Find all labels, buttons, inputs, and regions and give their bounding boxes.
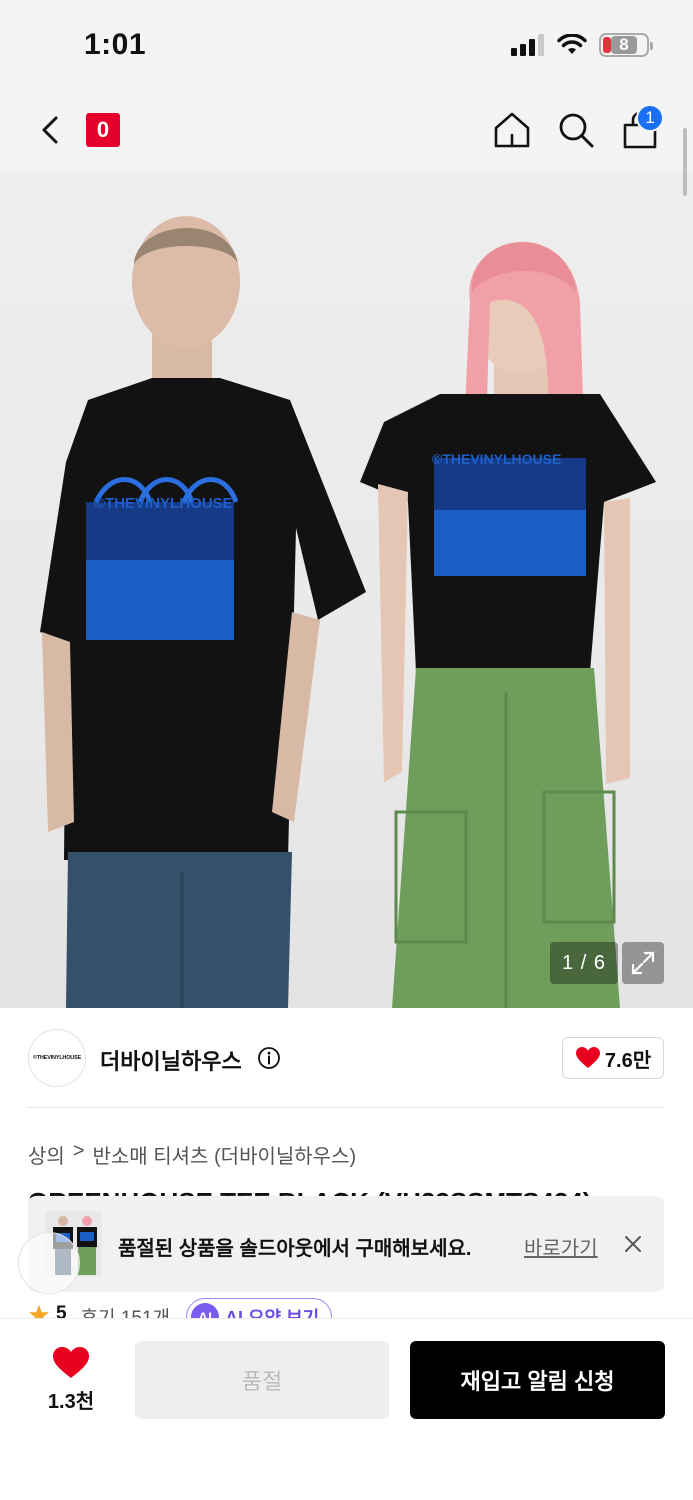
status-icons: 8 [511, 33, 653, 57]
battery-level: 8 [611, 36, 637, 54]
star-icon [28, 1304, 50, 1318]
rating-score: 5 [56, 1303, 67, 1318]
ai-summary-button[interactable]: AI AI 요약 보기 [186, 1298, 333, 1318]
breadcrumb-subcategory[interactable]: 반소매 티셔츠 (더바이닐하우스) [93, 1140, 357, 1169]
ai-summary-label: AI 요약 보기 [225, 1308, 320, 1318]
floating-button[interactable] [18, 1232, 80, 1294]
expand-button[interactable] [622, 942, 664, 984]
male-model: ©THEVINYLHOUSE [40, 216, 366, 1008]
divider [28, 1107, 664, 1108]
product-image[interactable]: ©THEVINYLHOUSE ©THEVINYLHOUSE [0, 172, 693, 1008]
status-time: 1:01 [84, 28, 147, 61]
wish-count: 1.3천 [47, 1391, 95, 1413]
heart-icon [575, 1047, 600, 1068]
rating-row: 5 후기 151개 AI AI 요약 보기 [28, 1298, 428, 1318]
store-logo[interactable]: 0 [86, 113, 120, 147]
search-icon[interactable] [556, 110, 596, 150]
soldout-button[interactable]: 품절 [135, 1341, 389, 1419]
breadcrumb: 상의 > 반소매 티셔츠 (더바이닐하우스) [28, 1140, 356, 1169]
svg-text:©THEVINYLHOUSE: ©THEVINYLHOUSE [94, 495, 233, 512]
home-icon[interactable] [492, 110, 532, 150]
breadcrumb-separator: > [72, 1140, 85, 1162]
brand-like-button[interactable]: 7.6만 [562, 1037, 664, 1079]
restock-alert-button[interactable]: 재입고 알림 신청 [410, 1341, 665, 1419]
brand-logo[interactable]: ©THEVINYLHOUSE [28, 1029, 86, 1087]
brand-name[interactable]: 더바이닐하우스 [100, 1044, 242, 1076]
soldout-toast: 품절된 상품을 솔드아웃에서 구매해보세요. 바로가기 [28, 1196, 664, 1292]
brand-like-count: 7.6만 [604, 1049, 652, 1072]
status-bar: 1:01 8 [0, 0, 693, 92]
heart-icon[interactable] [52, 1346, 90, 1380]
info-icon[interactable] [257, 1046, 281, 1070]
toast-link[interactable]: 바로가기 [524, 1232, 598, 1261]
expand-icon [631, 951, 655, 975]
nav-bar: 0 [0, 92, 693, 172]
svg-text:©THEVINYLHOUSE: ©THEVINYLHOUSE [432, 451, 561, 467]
close-icon[interactable] [622, 1233, 644, 1255]
back-icon[interactable] [34, 110, 70, 150]
cart-count-badge: 1 [636, 104, 664, 132]
toast-message: 품절된 상품을 솔드아웃에서 구매해보세요. [118, 1238, 472, 1260]
product-photo: ©THEVINYLHOUSE ©THEVINYLHOUSE [40, 216, 656, 1008]
ai-badge: AI [191, 1303, 219, 1318]
breadcrumb-category[interactable]: 상의 [28, 1140, 65, 1169]
wifi-icon [557, 34, 587, 54]
bottom-bar: 1.3천 품절 재입고 알림 신청 [0, 1318, 693, 1500]
female-model: ©THEVINYLHOUSE [360, 241, 656, 1008]
battery-icon: 8 [599, 33, 653, 57]
scroll-indicator[interactable] [683, 128, 687, 196]
review-count[interactable]: 후기 151개 [81, 1303, 170, 1318]
signal-icon [511, 34, 544, 56]
brand-row: ©THEVINYLHOUSE 더바이닐하우스 7.6만 [0, 1008, 693, 1108]
image-counter: 1 / 6 [550, 942, 618, 984]
